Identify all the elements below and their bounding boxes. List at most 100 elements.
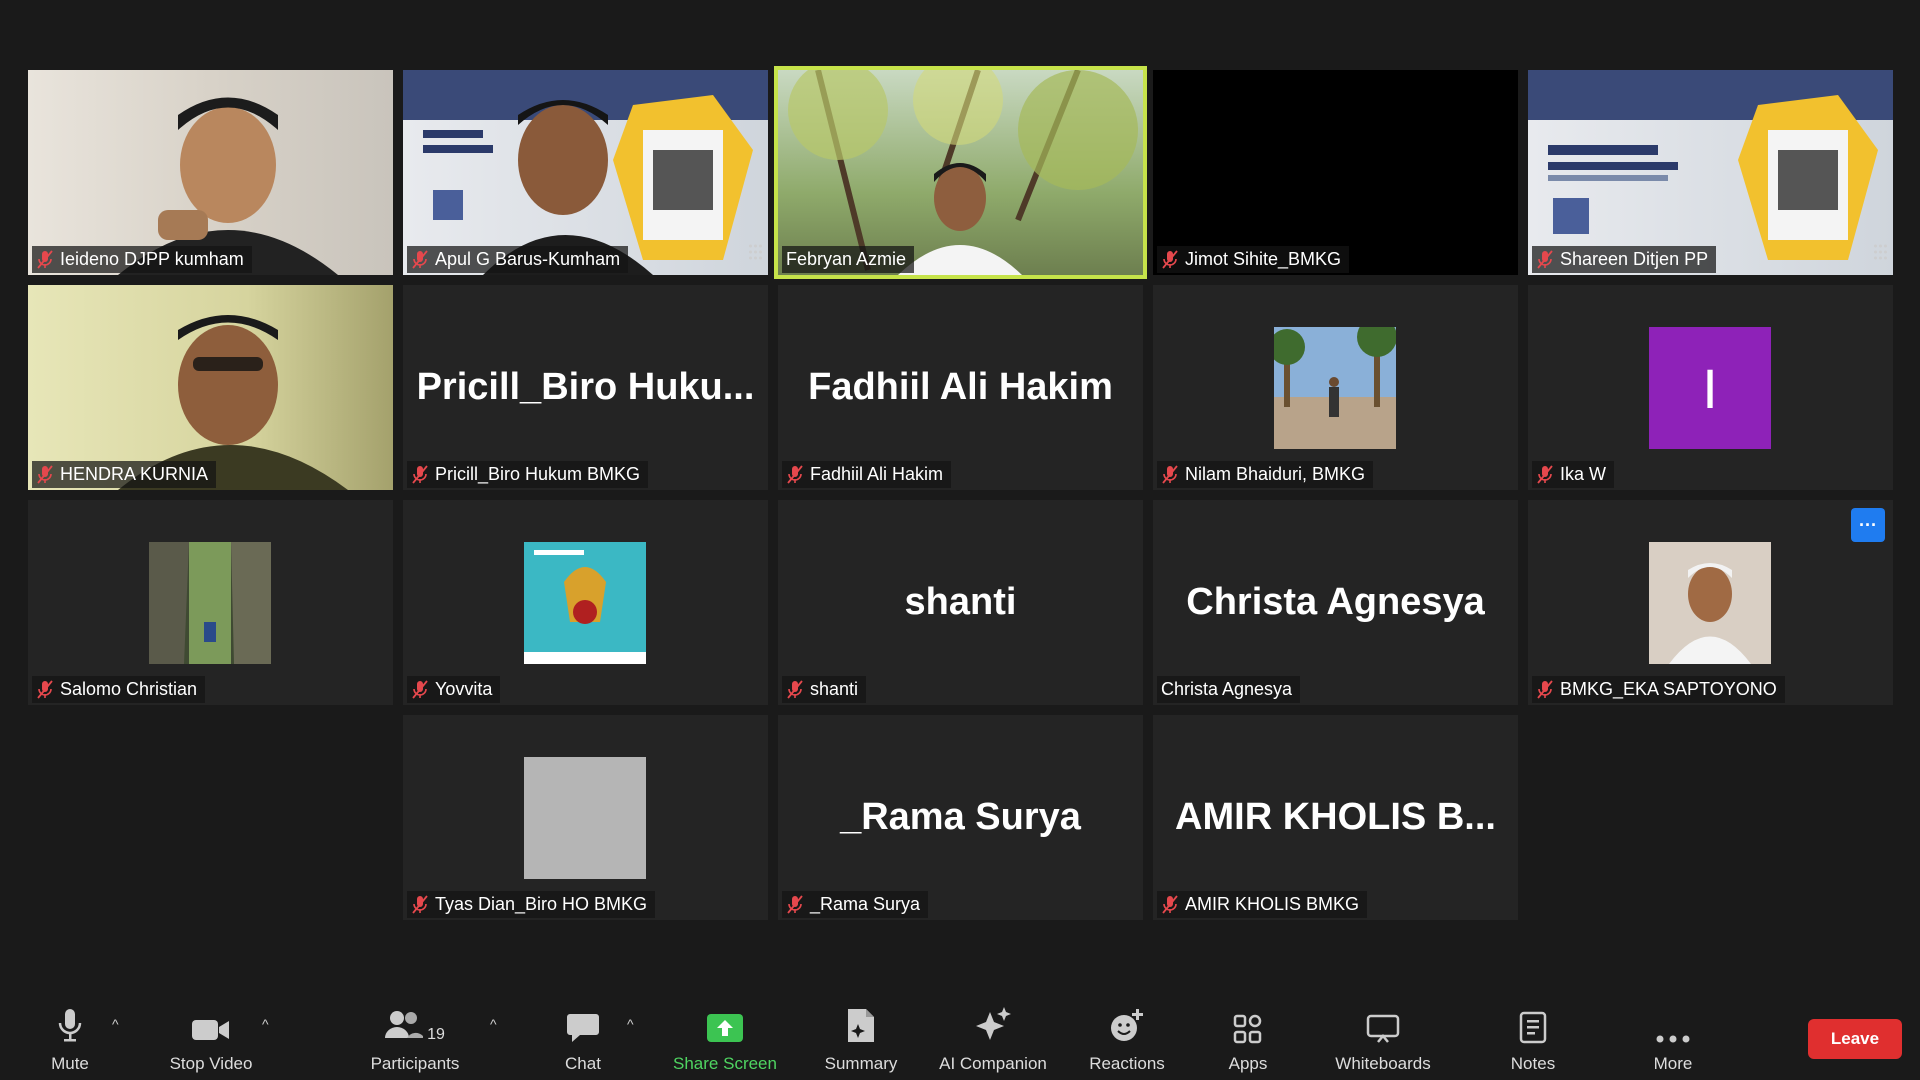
muted-microphone-icon	[36, 249, 60, 270]
participant-name: Pricill_Biro Hukum BMKG	[435, 464, 641, 484]
participant-tile[interactable]: shanti shanti	[778, 500, 1143, 705]
muted-microphone-icon	[36, 464, 60, 485]
participant-name: AMIR KHOLIS BMKG	[1185, 894, 1360, 914]
participants-count: 19	[427, 1026, 445, 1043]
chat-label: Chat	[565, 1054, 601, 1073]
microphone-icon	[57, 998, 83, 1044]
participant-name: shanti	[810, 679, 859, 699]
participant-name-label: Febryan Azmie	[782, 246, 915, 273]
muted-microphone-icon	[786, 679, 810, 700]
participant-name: Febryan Azmie	[786, 249, 907, 269]
participant-name: Christa Agnesya	[1161, 679, 1293, 699]
muted-microphone-icon	[786, 894, 810, 915]
chat-bubble-icon	[566, 998, 600, 1044]
participant-avatar: I	[1649, 327, 1771, 449]
participant-name: BMKG_EKA SAPTOYONO	[1560, 679, 1777, 699]
participant-name: HENDRA KURNIA	[60, 464, 209, 484]
notes-icon	[1519, 998, 1547, 1044]
participant-tile[interactable]: HENDRA KURNIA	[28, 285, 393, 490]
participant-name-label: Jimot Sihite_BMKG	[1157, 246, 1350, 273]
participant-display-name: _Rama Surya	[840, 796, 1081, 838]
reactions-button[interactable]: Reactions	[1080, 980, 1174, 1080]
leave-button[interactable]: Leave	[1808, 1019, 1902, 1059]
mute-label: Mute	[51, 1054, 89, 1073]
participant-name: Ieideno DJPP kumham	[60, 249, 244, 269]
participant-name-label: Ieideno DJPP kumham	[32, 246, 252, 273]
participant-video	[1153, 70, 1518, 275]
muted-microphone-icon	[411, 464, 435, 485]
muted-microphone-icon	[1161, 894, 1185, 915]
participant-avatar	[1649, 542, 1771, 664]
stop-video-label: Stop Video	[169, 1054, 253, 1073]
participant-tile[interactable]: Shareen Ditjen PP	[1528, 70, 1893, 275]
muted-microphone-icon	[411, 894, 435, 915]
summary-button[interactable]: Summary	[812, 980, 910, 1080]
video-camera-icon	[191, 998, 231, 1044]
summary-document-icon	[846, 998, 876, 1044]
more-button[interactable]: More	[1646, 980, 1700, 1080]
mute-options-caret-icon[interactable]: ^	[112, 1016, 119, 1032]
participant-tile[interactable]: AMIR KHOLIS B... AMIR KHOLIS BMKG	[1153, 715, 1518, 920]
participant-name: Fadhiil Ali Hakim	[810, 464, 944, 484]
participant-tile[interactable]: Pricill_Biro Huku... Pricill_Biro Hukum B…	[403, 285, 768, 490]
share-screen-button[interactable]: Share Screen	[665, 980, 785, 1080]
participant-name-label: Fadhiil Ali Hakim	[782, 461, 952, 488]
participant-name-label: HENDRA KURNIA	[32, 461, 217, 488]
notes-button[interactable]: Notes	[1508, 980, 1558, 1080]
participants-label: Participants	[370, 1054, 460, 1073]
ai-companion-button[interactable]: AI Companion	[928, 980, 1058, 1080]
ai-companion-label: AI Companion	[939, 1054, 1047, 1073]
participant-video	[28, 70, 393, 275]
participant-avatar	[149, 542, 271, 664]
participant-name-label: Christa Agnesya	[1157, 676, 1301, 703]
apps-button[interactable]: Apps	[1210, 980, 1286, 1080]
participant-tile[interactable]: Tyas Dian_Biro HO BMKG	[403, 715, 768, 920]
participant-tile[interactable]: I Ika W	[1528, 285, 1893, 490]
participant-tile[interactable]: ··· BMKG_EKA SAPTOYONO	[1528, 500, 1893, 705]
chat-button[interactable]: Chat	[548, 980, 618, 1080]
participant-avatar	[524, 542, 646, 664]
muted-microphone-icon	[1161, 249, 1185, 270]
participant-tile[interactable]: Apul G Barus-Kumham	[403, 70, 768, 275]
muted-microphone-icon	[36, 679, 60, 700]
participant-display-name: shanti	[904, 581, 1017, 623]
apps-icon	[1233, 998, 1263, 1044]
participant-name-label: Apul G Barus-Kumham	[407, 246, 629, 273]
participant-tile[interactable]: Fadhiil Ali Hakim Fadhiil Ali Hakim	[778, 285, 1143, 490]
participants-options-caret-icon[interactable]: ^	[490, 1016, 497, 1032]
participant-tile[interactable]: Febryan Azmie	[774, 66, 1147, 279]
muted-microphone-icon	[1536, 464, 1560, 485]
participant-name: Salomo Christian	[60, 679, 198, 699]
participant-name-label: Shareen Ditjen PP	[1532, 246, 1717, 273]
participant-tile[interactable]: Nilam Bhaiduri, BMKG	[1153, 285, 1518, 490]
stop-video-button[interactable]: Stop Video	[160, 980, 262, 1080]
muted-microphone-icon	[786, 464, 810, 485]
participant-name-label: Pricill_Biro Hukum BMKG	[407, 461, 649, 488]
participant-tile[interactable]: Jimot Sihite_BMKG	[1153, 70, 1518, 275]
chat-options-caret-icon[interactable]: ^	[627, 1016, 634, 1032]
participant-display-name: Christa Agnesya	[1186, 581, 1485, 623]
tile-options-button[interactable]: ···	[1851, 508, 1885, 542]
participant-name-label: Tyas Dian_Biro HO BMKG	[407, 891, 656, 918]
participant-name: Jimot Sihite_BMKG	[1185, 249, 1342, 269]
participant-display-name: AMIR KHOLIS B...	[1175, 796, 1496, 838]
participants-button[interactable]: 19 Participants	[360, 980, 470, 1080]
participant-tile[interactable]: Yovvita	[403, 500, 768, 705]
more-label: More	[1653, 1054, 1693, 1073]
participant-name: Ika W	[1560, 464, 1607, 484]
meeting-toolbar: Mute ^ Stop Video ^ 19 Participants ^ Ch…	[0, 980, 1920, 1080]
participant-tile[interactable]: Christa Agnesya Christa Agnesya	[1153, 500, 1518, 705]
participant-name: Yovvita	[435, 679, 493, 699]
participant-tile[interactable]: Ieideno DJPP kumham	[28, 70, 393, 275]
participant-tile[interactable]: _Rama Surya _Rama Surya	[778, 715, 1143, 920]
muted-microphone-icon	[411, 679, 435, 700]
whiteboards-button[interactable]: Whiteboards	[1322, 980, 1444, 1080]
video-options-caret-icon[interactable]: ^	[262, 1016, 269, 1032]
whiteboard-icon	[1366, 998, 1400, 1044]
apps-label: Apps	[1228, 1054, 1268, 1073]
reactions-label: Reactions	[1089, 1054, 1165, 1073]
mute-button[interactable]: Mute	[36, 980, 104, 1080]
participant-video	[778, 70, 1143, 275]
participant-tile[interactable]: Salomo Christian	[28, 500, 393, 705]
participant-display-name: Pricill_Biro Huku...	[416, 366, 755, 408]
